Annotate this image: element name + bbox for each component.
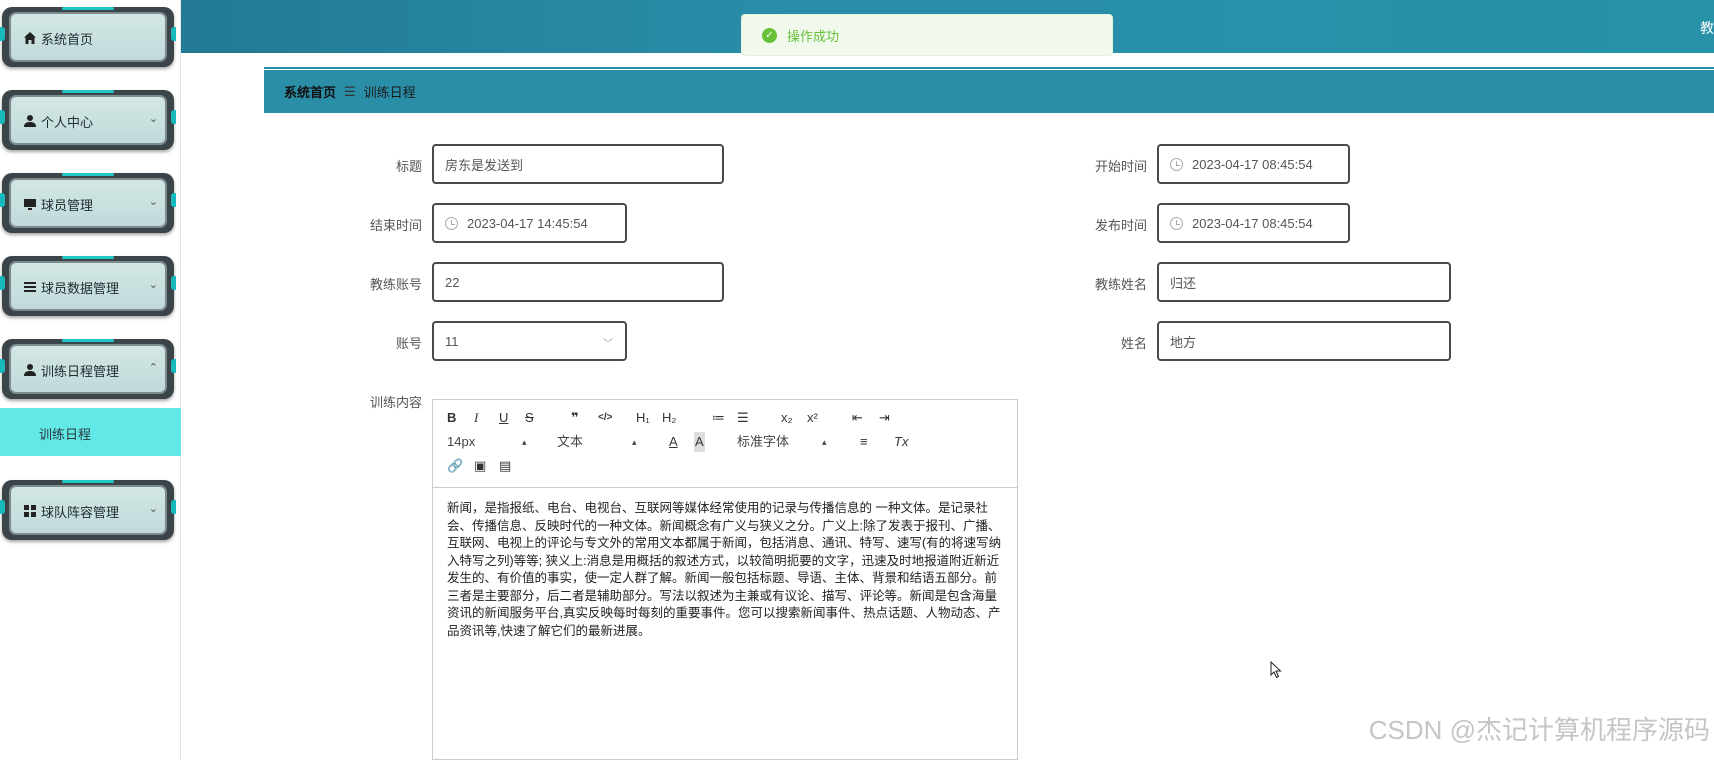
sidebar-item-label: 球员管理 [41, 198, 94, 213]
publish-time-value: 2023-04-17 08:45:54 [1192, 215, 1313, 231]
image-icon[interactable]: ▣ [474, 456, 486, 476]
top-right-text[interactable]: 教 [1700, 18, 1714, 38]
sidebar-item-label: 训练日程管理 [41, 364, 120, 379]
ordered-list-button[interactable]: ≔ [712, 408, 725, 428]
success-toast: ✓ 操作成功 [741, 14, 1113, 56]
link-icon[interactable]: 🔗 [447, 456, 463, 476]
home-icon [22, 31, 37, 46]
user-icon [22, 114, 37, 129]
editor-toolbar: B I U S ❞ </> H₁ H₂ ≔ ☰ x₂ x² ⇤ ⇥ 14px ▴… [433, 400, 1017, 488]
clock-icon [1170, 216, 1183, 230]
start-time-value: 2023-04-17 08:45:54 [1192, 156, 1313, 172]
sidebar-item-personal-center[interactable]: 个人中心 ⌄ [0, 86, 176, 152]
font-color-button[interactable]: A [669, 432, 678, 452]
title-input[interactable]: 房东是发送到 [432, 144, 724, 184]
sidebar-item-player-management[interactable]: 球员管理 ⌄ [0, 169, 176, 235]
name-input[interactable]: 地方 [1157, 321, 1451, 361]
text-type-select[interactable]: 文本 ▴ [557, 432, 637, 452]
user-icon [22, 363, 37, 378]
account-label: 账号 [395, 336, 422, 351]
grid-icon [22, 504, 37, 519]
toast-message: 操作成功 [787, 28, 840, 44]
background-color-button[interactable]: A [694, 432, 705, 452]
chevron-down-icon: ⌄ [148, 113, 158, 125]
rich-text-editor[interactable]: B I U S ❞ </> H₁ H₂ ≔ ☰ x₂ x² ⇤ ⇥ 14px ▴… [432, 399, 1018, 760]
h1-button[interactable]: H₁ [636, 408, 650, 428]
bullet-list-button[interactable]: ☰ [737, 408, 749, 428]
end-time-picker[interactable]: 2023-04-17 14:45:54 [432, 203, 627, 243]
coach-name-label: 教练姓名 [1094, 277, 1147, 292]
breadcrumb: 系统首页 ☰ 训练日程 [264, 70, 1714, 113]
strike-button[interactable]: S [525, 408, 534, 428]
training-content-label: 训练内容 [369, 395, 422, 410]
breadcrumb-current: 训练日程 [363, 85, 416, 100]
sidebar-item-training-schedule-management[interactable]: 训练日程管理 ⌃ [0, 335, 176, 401]
chevron-down-icon: ⌄ [148, 279, 158, 291]
align-button[interactable]: ≡ [860, 432, 868, 452]
mouse-cursor-icon [1270, 661, 1282, 679]
chevron-down-icon: ⌄ [148, 196, 158, 208]
monitor-icon [22, 197, 37, 212]
start-time-picker[interactable]: 2023-04-17 08:45:54 [1157, 144, 1350, 184]
account-select[interactable]: 11 ﹀ [432, 321, 627, 361]
sidebar-item-label: 球员数据管理 [41, 281, 120, 296]
sidebar-item-label: 球队阵容管理 [41, 505, 120, 520]
coach-account-value: 22 [445, 274, 460, 290]
video-icon[interactable]: ▤ [499, 456, 511, 476]
check-circle-icon: ✓ [762, 27, 777, 43]
code-button[interactable]: </> [598, 408, 612, 428]
breadcrumb-home[interactable]: 系统首页 [284, 82, 336, 101]
outdent-button[interactable]: ⇤ [852, 408, 863, 428]
watermark-text: CSDN @杰记计算机程序源码 [1368, 715, 1710, 745]
bold-button[interactable]: B [447, 408, 456, 428]
font-family-value: 标准字体 [737, 434, 790, 449]
end-time-value: 2023-04-17 14:45:54 [467, 215, 588, 231]
sidebar-item-player-data-management[interactable]: 球员数据管理 ⌄ [0, 252, 176, 318]
updown-icon: ▴ [522, 437, 527, 447]
font-size-value: 14px [447, 434, 476, 449]
coach-account-label: 教练账号 [369, 277, 422, 292]
clock-icon [445, 216, 458, 230]
subscript-button[interactable]: x₂ [781, 408, 793, 428]
editor-content[interactable]: 新闻，是指报纸、电台、电视台、互联网等媒体经常使用的记录与传播信息的 一种文体。… [433, 488, 1017, 652]
breadcrumb-divider [264, 67, 1714, 69]
chevron-up-icon: ⌃ [148, 362, 158, 374]
name-label: 姓名 [1120, 336, 1147, 351]
chevron-down-icon: ﹀ [603, 339, 613, 350]
submenu-item-training-schedule[interactable]: 训练日程 [0, 408, 181, 456]
font-size-select[interactable]: 14px ▴ [447, 432, 527, 452]
font-family-select[interactable]: 标准字体 ▴ [737, 432, 827, 452]
end-time-label: 结束时间 [369, 218, 422, 233]
clear-format-button[interactable]: Tx [894, 432, 908, 452]
sidebar: 系统首页 个人中心 ⌄ 球员管理 ⌄ 球员数据管理 ⌄ 训练日程管理 ⌃ 训练日… [0, 0, 181, 760]
sidebar-item-home[interactable]: 系统首页 [0, 3, 176, 69]
superscript-button[interactable]: x² [807, 408, 818, 428]
publish-time-label: 发布时间 [1094, 218, 1147, 233]
clock-icon [1170, 157, 1183, 171]
account-value: 11 [445, 333, 459, 349]
breadcrumb-separator: ☰ [344, 83, 356, 99]
blockquote-button[interactable]: ❞ [571, 408, 579, 428]
name-value: 地方 [1170, 334, 1197, 350]
start-time-label: 开始时间 [1094, 159, 1147, 174]
submenu-item-label: 训练日程 [39, 427, 92, 442]
updown-icon: ▴ [822, 437, 827, 447]
sidebar-item-label: 系统首页 [41, 32, 94, 47]
coach-name-input[interactable]: 归还 [1157, 262, 1451, 302]
sidebar-item-label: 个人中心 [41, 115, 94, 130]
coach-name-value: 归还 [1170, 275, 1197, 291]
text-type-value: 文本 [557, 434, 584, 449]
list-icon [22, 280, 37, 295]
underline-button[interactable]: U [499, 408, 508, 428]
title-label: 标题 [395, 159, 422, 174]
updown-icon: ▴ [632, 437, 637, 447]
title-value: 房东是发送到 [445, 157, 524, 173]
italic-button[interactable]: I [474, 408, 478, 428]
chevron-down-icon: ⌄ [148, 503, 158, 515]
h2-button[interactable]: H₂ [662, 408, 676, 428]
sidebar-item-team-lineup-management[interactable]: 球队阵容管理 ⌄ [0, 476, 176, 542]
publish-time-picker[interactable]: 2023-04-17 08:45:54 [1157, 203, 1350, 243]
coach-account-input[interactable]: 22 [432, 262, 724, 302]
indent-button[interactable]: ⇥ [879, 408, 890, 428]
